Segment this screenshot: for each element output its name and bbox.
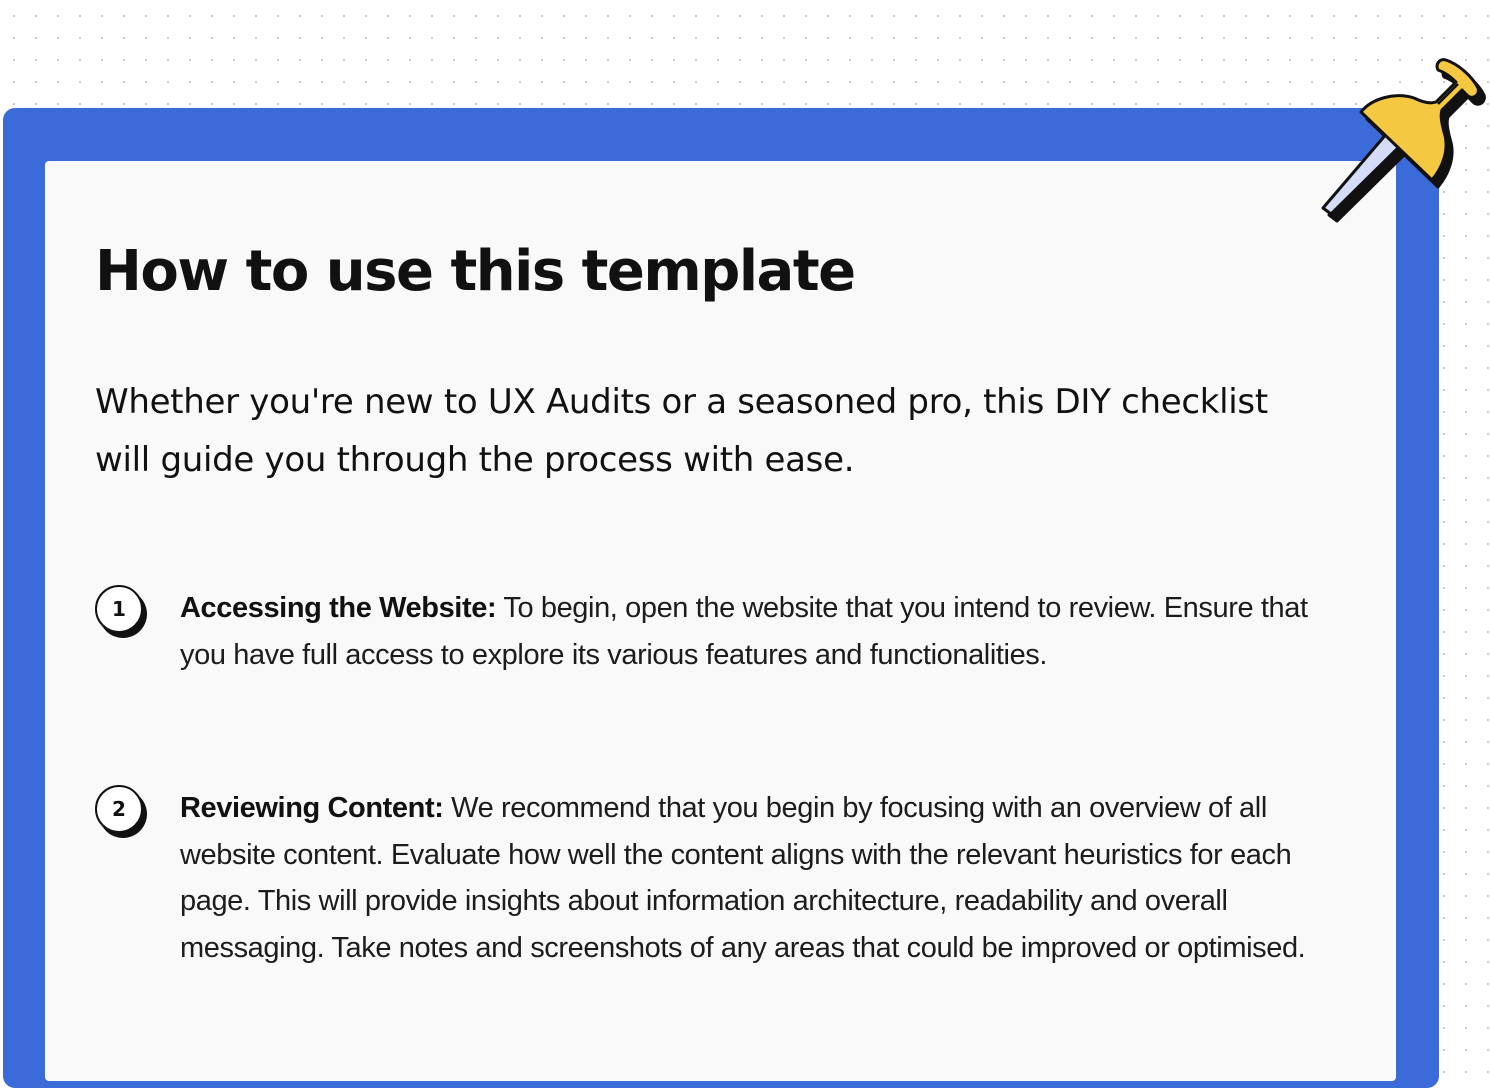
step-heading: Reviewing Content: (180, 792, 444, 824)
step-text: Accessing the Website: To begin, open th… (180, 585, 1310, 678)
instruction-card: How to use this template Whether you're … (45, 161, 1396, 1081)
card-intro: Whether you're new to UX Audits or a sea… (95, 382, 1268, 480)
push-pin-icon (1321, 58, 1486, 223)
step-heading: Accessing the Website: (180, 592, 497, 624)
step-number-badge: 2 (95, 785, 143, 833)
step-number-badge: 1 (95, 585, 143, 633)
step-text: Reviewing Content: We recommend that you… (180, 785, 1310, 971)
card-title: How to use this template (95, 239, 856, 304)
